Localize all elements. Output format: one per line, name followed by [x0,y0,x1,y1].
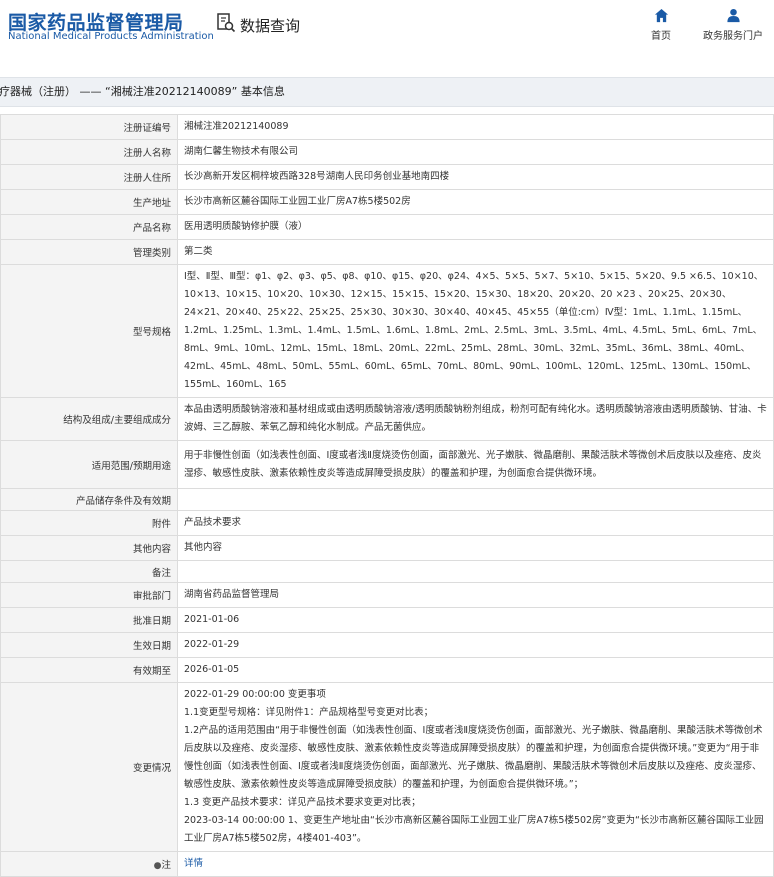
table-row: 产品名称 医用透明质酸钠修护膜（液） [0,214,774,240]
field-label: 管理类别 [0,239,178,265]
breadcrumb: 医疗器械（注册） —— “湘械注准20212140089” 基本信息 [0,77,774,107]
field-label: 型号规格 [0,264,178,398]
field-value: 产品技术要求 [177,510,774,536]
field-label: 注册证编号 [0,114,178,140]
details-link[interactable]: 详情 [184,858,203,869]
nav-home-label: 首页 [651,31,671,42]
table-row: 管理类别 第二类 [0,239,774,265]
table-row: 注册证编号 湘械注准20212140089 [0,114,774,140]
table-row: 审批部门 湖南省药品监督管理局 [0,582,774,608]
table-row: 变更情况 2022-01-29 00:00:00 变更事项 1.1变更型号规格：详见… [0,682,774,852]
field-label: 结构及组成/主要组成成分 [0,397,178,441]
field-label: 有效期至 [0,657,178,683]
field-value: 其他内容 [177,535,774,561]
table-row: 有效期至 2026-01-05 [0,657,774,683]
field-value [177,488,774,511]
device-info-table: 注册证编号 湘械注准20212140089 注册人名称 湖南仁馨生物技术有限公司 注册人… [0,114,774,877]
table-row: 适用范围/预期用途 用于非慢性创面（如浅表性创面、Ⅰ度或者浅Ⅱ度烧烫伤创面，面部激… [0,440,774,489]
field-label: 其他内容 [0,535,178,561]
field-label: 适用范围/预期用途 [0,440,178,489]
table-row: 其他内容 其他内容 [0,535,774,561]
location-icon: ● [153,861,162,871]
field-value: 湖南省药品监督管理局 [177,582,774,608]
field-value: 湖南仁馨生物技术有限公司 [177,139,774,165]
field-label: 产品名称 [0,214,178,240]
field-value: 用于非慢性创面（如浅表性创面、Ⅰ度或者浅Ⅱ度烧烫伤创面，面部激光、光子嫩肤、微晶… [177,440,774,489]
field-label: 批准日期 [0,607,178,633]
change-history-line: 1.1变更型号规格：详见附件1：产品规格型号变更对比表； [184,707,434,718]
change-history-line: 1.3 变更产品技术要求：详见产品技术要求变更对比表； [184,797,421,808]
field-label: 审批部门 [0,582,178,608]
field-label: 产品储存条件及有效期 [0,488,178,511]
data-query-title: 数据查询 [240,16,301,35]
table-row: 生产地址 长沙市高新区麓谷国际工业园工业厂房A7栋5楼502房 [0,189,774,215]
table-row: 注册人住所 长沙高新开发区桐梓坡西路328号湖南人民印务创业基地南四楼 [0,164,774,190]
field-value: 第二类 [177,239,774,265]
table-row: 批准日期 2021-01-06 [0,607,774,633]
field-label: 注册人名称 [0,139,178,165]
user-icon [726,8,740,23]
field-value: 2022-01-29 [177,632,774,658]
table-row: ●注 详情 [0,851,774,877]
field-value: Ⅰ型、Ⅱ型、Ⅲ型：φ1、φ2、φ3、φ5、φ8、φ10、φ15、φ20、φ24、… [177,264,774,398]
field-label: 生产地址 [0,189,178,215]
table-row: 生效日期 2022-01-29 [0,632,774,658]
nav-gov-service-label: 政务服务门户 [703,31,763,42]
field-value: 2021-01-06 [177,607,774,633]
field-label: 注册人住所 [0,164,178,190]
field-value: 2026-01-05 [177,657,774,683]
table-row: 型号规格 Ⅰ型、Ⅱ型、Ⅲ型：φ1、φ2、φ3、φ5、φ8、φ10、φ15、φ20、… [0,264,774,398]
note-label: 注 [161,860,171,871]
change-history-line: 2022-01-29 00:00:00 变更事项 [184,689,326,700]
field-value: 医用透明质酸钠修护膜（液） [177,214,774,240]
field-label: 生效日期 [0,632,178,658]
field-label: 备注 [0,560,178,583]
field-value: 长沙高新开发区桐梓坡西路328号湖南人民印务创业基地南四楼 [177,164,774,190]
field-value: 湘械注准20212140089 [177,114,774,140]
site-header: 国家药品监督管理局 National Medical Products Admi… [0,0,774,68]
field-value: 本品由透明质酸钠溶液和基材组成或由透明质酸钠溶液/透明质酸钠粉剂组成，粉剂可配有… [177,397,774,441]
note-label-cell: ●注 [0,851,178,877]
nav-home[interactable]: 首页 [651,8,671,42]
breadcrumb-text: 医疗器械（注册） —— “湘械注准20212140089” 基本信息 [0,85,285,98]
home-icon [654,8,668,23]
field-value: 长沙市高新区麓谷国际工业园工业厂房A7栋5楼502房 [177,189,774,215]
table-row: 附件 产品技术要求 [0,510,774,536]
table-row: 结构及组成/主要组成成分 本品由透明质酸钠溶液和基材组成或由透明质酸钠溶液/透明质… [0,397,774,441]
change-history-line: 2023-03-14 00:00:00 1、变更生产地址由“长沙市高新区麓谷国际… [184,815,764,844]
change-history-line: 1.2产品的适用范围由“用于非慢性创面（如浅表性创面、Ⅰ度或者浅Ⅱ度烧烫伤创面，… [184,725,763,790]
logo-subtitle: National Medical Products Administration [8,31,214,42]
table-row: 注册人名称 湖南仁馨生物技术有限公司 [0,139,774,165]
field-label: 附件 [0,510,178,536]
field-value [177,560,774,583]
change-history-label: 变更情况 [0,682,178,852]
table-row: 备注 [0,560,774,583]
data-query-link[interactable]: 数据查询 [216,12,300,38]
table-row: 产品储存条件及有效期 [0,488,774,511]
search-document-icon [216,12,240,38]
change-history-value: 2022-01-29 00:00:00 变更事项 1.1变更型号规格：详见附件1：… [177,682,774,852]
nav-gov-service[interactable]: 政务服务门户 [703,8,763,42]
note-value-cell: 详情 [177,851,774,877]
